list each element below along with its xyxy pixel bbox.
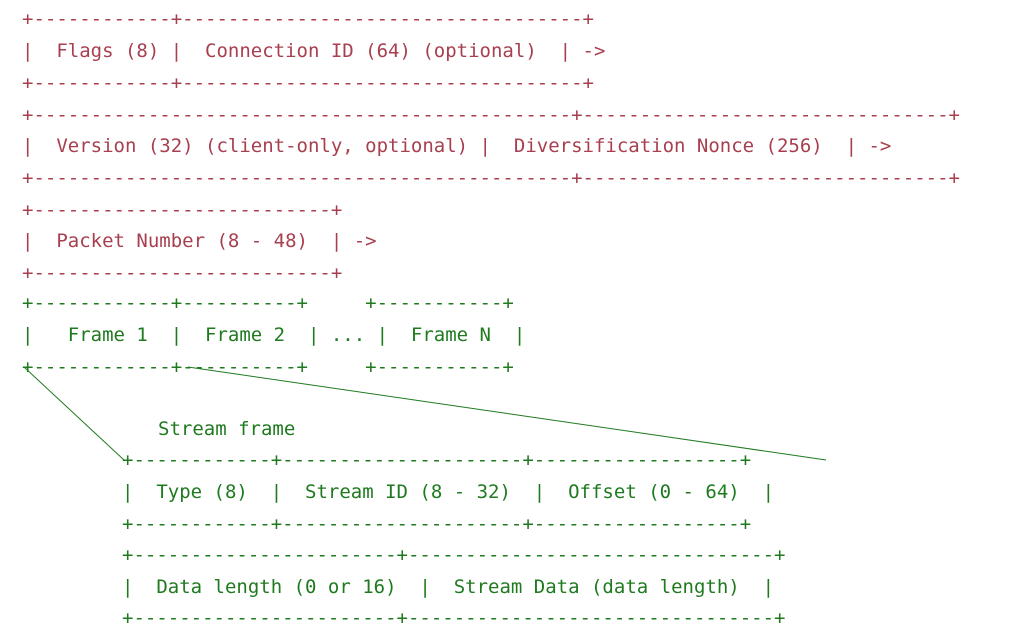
left-connector-line <box>23 366 125 461</box>
stream-row2-bottom-border: +-----------------------+---------------… <box>122 607 786 629</box>
type-stream-id-offset-row: | Type (8) | Stream ID (8 - 32) | Offset… <box>122 481 775 503</box>
stream-row1-top-border: +------------+---------------------+----… <box>122 449 752 471</box>
stream-row2-top-border: +-----------------------+---------------… <box>122 544 786 566</box>
right-connector-line <box>187 366 827 461</box>
stream-row1-bottom-border: +------------+---------------------+----… <box>122 513 752 535</box>
data-length-stream-data-row: | Data length (0 or 16) | Stream Data (d… <box>122 576 775 598</box>
stream-frame-title: Stream frame <box>158 418 296 440</box>
